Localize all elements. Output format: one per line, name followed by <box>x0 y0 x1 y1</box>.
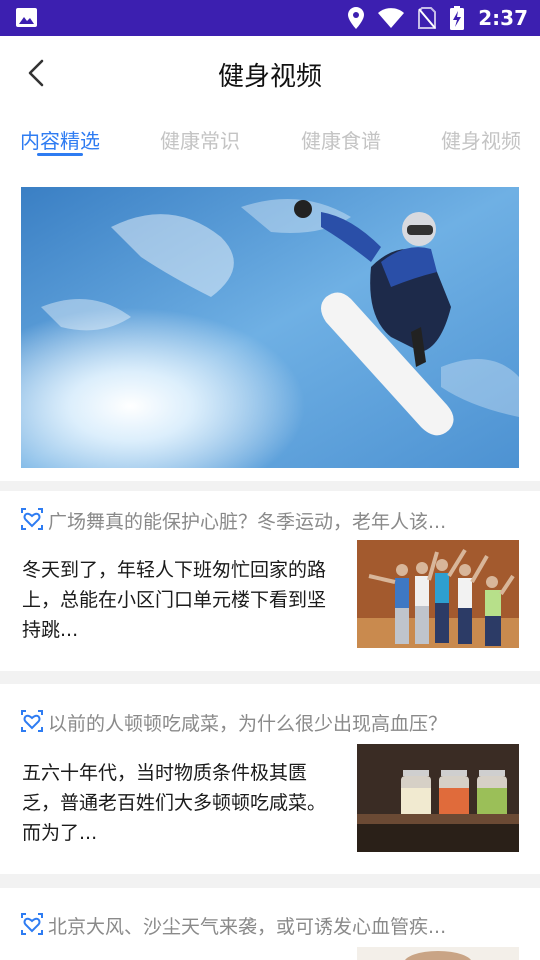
clock: 2:37 <box>478 6 528 30</box>
category-tabs: 内容精选 健康常识 健康食谱 健身视频 <box>0 110 540 174</box>
active-tab-indicator <box>37 153 83 156</box>
image-icon <box>16 8 37 27</box>
article-headline: 北京大风、沙尘天气来袭，或可诱发心血管疾... <box>48 916 447 938</box>
article-headline: 广场舞真的能保护心脏？冬季运动，老年人该... <box>48 511 447 533</box>
heart-shield-icon <box>21 913 43 935</box>
article-card[interactable]: 北京大风、沙尘天气来袭，或可诱发心血管疾... <box>0 888 540 960</box>
tab-content-selection[interactable]: 内容精选 <box>20 125 100 154</box>
heart-shield-icon <box>21 508 43 530</box>
tab-health-recipes[interactable]: 健康食谱 <box>301 125 381 154</box>
article-thumbnail <box>357 744 519 852</box>
tab-health-knowledge[interactable]: 健康常识 <box>160 125 240 154</box>
tab-fitness-videos[interactable]: 健身视频 <box>441 125 521 154</box>
banner-image[interactable] <box>21 187 519 468</box>
article-thumbnail <box>357 540 519 648</box>
banner-section <box>0 174 540 481</box>
article-excerpt: 冬天到了，年轻人下班匆忙回家的路上，总能在小区门口单元楼下看到坚持跳... <box>22 559 327 641</box>
article-thumbnail <box>357 946 519 960</box>
app-header: 健身视频 <box>0 36 540 110</box>
article-excerpt: 五六十年代，当时物质条件极其匮乏，普通老百姓们大多顿顿吃咸菜。而为了... <box>22 762 327 844</box>
article-card[interactable]: 广场舞真的能保护心脏？冬季运动，老年人该... 冬天到了，年轻人下班匆忙回家的路… <box>0 491 540 671</box>
article-card[interactable]: 以前的人顿顿吃咸菜，为什么很少出现高血压？ 五六十年代，当时物质条件极其匮乏，普… <box>0 684 540 874</box>
heart-shield-icon <box>21 710 43 732</box>
page-title: 健身视频 <box>217 62 322 92</box>
article-headline: 以前的人顿顿吃咸菜，为什么很少出现高血压？ <box>48 713 448 735</box>
battery-charging-icon <box>450 6 465 30</box>
wifi-icon <box>378 8 405 28</box>
location-icon <box>348 7 365 29</box>
no-sim-icon <box>418 7 437 29</box>
status-bar: 2:37 <box>0 0 540 36</box>
